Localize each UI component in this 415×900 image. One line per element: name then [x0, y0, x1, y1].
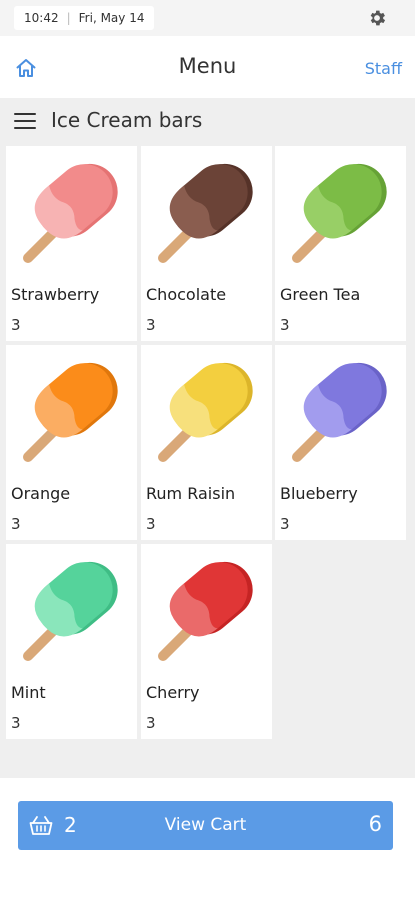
product-tile[interactable]: Mint 3: [6, 544, 137, 739]
hamburger-icon[interactable]: [14, 111, 38, 131]
app-header: Menu Staff: [0, 36, 415, 98]
product-count: 3: [146, 714, 156, 732]
status-separator: |: [66, 11, 71, 25]
product-tile[interactable]: Chocolate 3: [141, 146, 272, 341]
product-tile[interactable]: Orange 3: [6, 345, 137, 540]
view-cart-button[interactable]: 2 View Cart 6: [18, 801, 393, 850]
popsicle-icon: [158, 362, 253, 462]
product-count: 3: [11, 714, 21, 732]
cart-total: 6: [368, 812, 382, 836]
product-tile[interactable]: Strawberry 3: [6, 146, 137, 341]
status-date: Fri, May 14: [78, 11, 145, 25]
product-tile[interactable]: Cherry 3: [141, 544, 272, 739]
popsicle-icon: [292, 362, 387, 462]
staff-link[interactable]: Staff: [365, 59, 402, 78]
view-cart-label: View Cart: [164, 815, 247, 835]
product-count: 3: [146, 515, 156, 533]
product-tile[interactable]: Blueberry 3: [275, 345, 406, 540]
product-name: Green Tea: [280, 285, 361, 304]
product-name: Blueberry: [280, 484, 358, 503]
product-name: Chocolate: [146, 285, 227, 304]
page-title: Menu: [178, 54, 237, 78]
product-count: 3: [11, 515, 21, 533]
popsicle-icon: [292, 163, 387, 263]
popsicle-icon: [158, 163, 253, 263]
category-bar: Ice Cream bars: [0, 98, 415, 144]
popsicle-icon: [23, 561, 118, 661]
product-name: Cherry: [146, 683, 200, 702]
popsicle-icon: [23, 163, 118, 263]
popsicle-icon: [23, 362, 118, 462]
product-count: 3: [146, 316, 156, 334]
category-title: Ice Cream bars: [51, 108, 203, 132]
gear-icon[interactable]: [367, 8, 387, 28]
product-count: 3: [11, 316, 21, 334]
product-name: Mint: [11, 683, 46, 702]
product-tile[interactable]: Rum Raisin 3: [141, 345, 272, 540]
popsicle-icon: [158, 561, 253, 661]
status-time: 10:42: [24, 11, 59, 25]
product-tile[interactable]: Green Tea 3: [275, 146, 406, 341]
product-count: 3: [280, 316, 290, 334]
status-time-box: 10:42 | Fri, May 14: [14, 6, 155, 30]
product-name: Orange: [11, 484, 71, 503]
product-name: Strawberry: [11, 285, 100, 304]
product-count: 3: [280, 515, 290, 533]
status-bar: 10:42 | Fri, May 14: [0, 0, 415, 36]
product-name: Rum Raisin: [146, 484, 236, 503]
